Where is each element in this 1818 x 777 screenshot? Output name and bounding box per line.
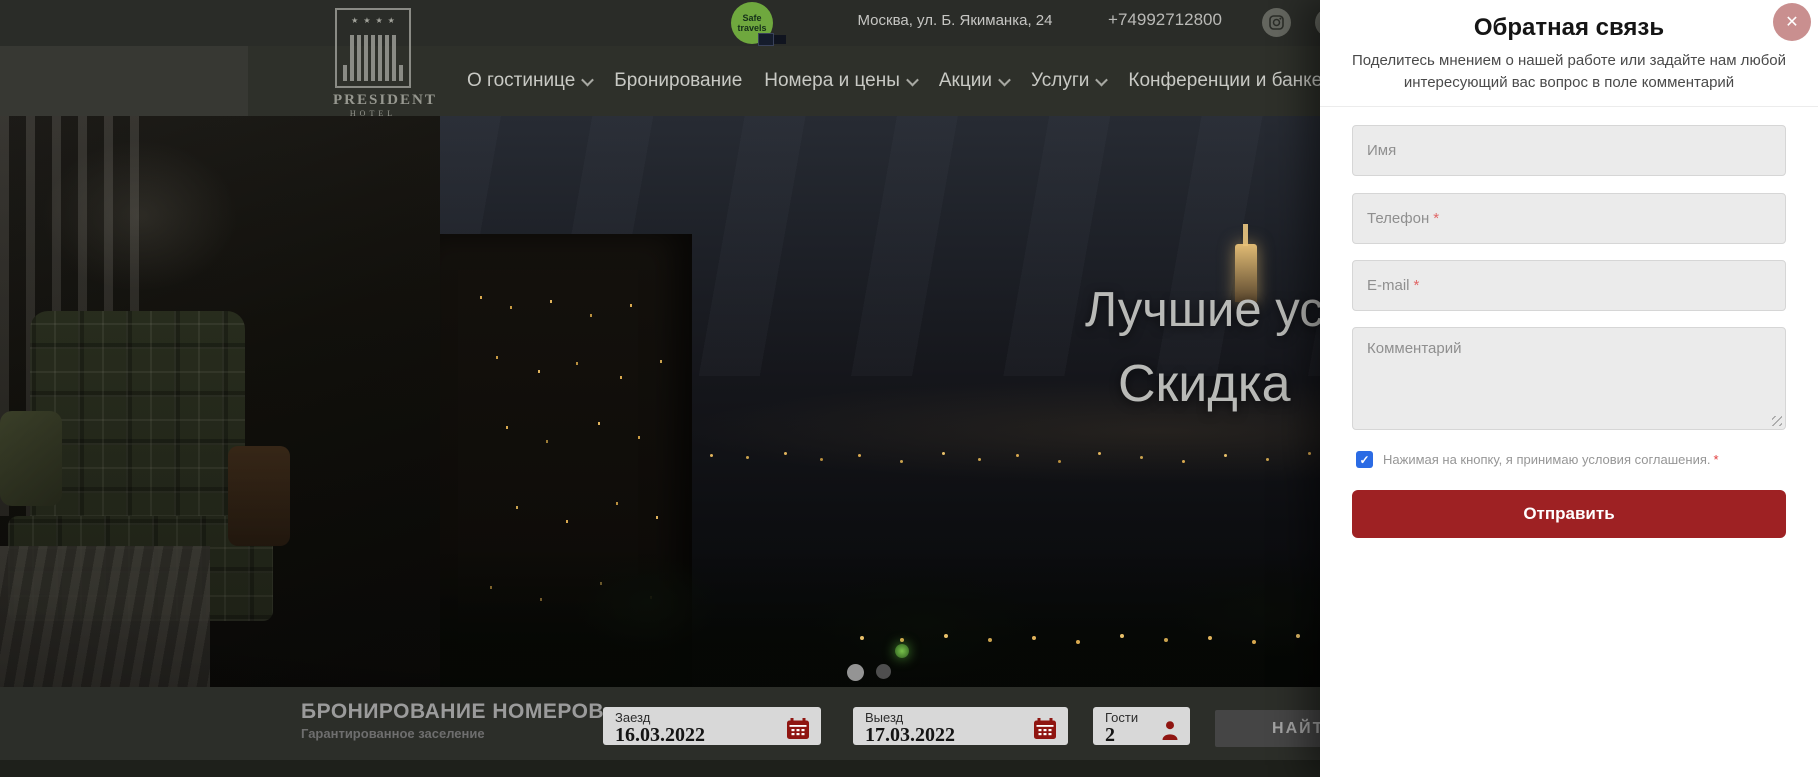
booking-title: БРОНИРОВАНИЕ НОМЕРОВ	[301, 700, 604, 724]
submit-button[interactable]: Отправить	[1352, 490, 1786, 538]
feedback-title: Обратная связь	[1320, 14, 1818, 42]
wttc-logo-box	[758, 33, 774, 46]
carousel-dot-active[interactable]	[847, 664, 864, 681]
name-placeholder: Имя	[1367, 142, 1396, 159]
chevron-down-icon	[581, 73, 594, 86]
chevron-down-icon	[1096, 73, 1109, 86]
name-field[interactable]: Имя	[1352, 125, 1786, 176]
email-field[interactable]: E-mail*	[1352, 260, 1786, 311]
checkout-label: Выезд	[865, 711, 1058, 724]
safe-travels-line2: travels	[737, 23, 766, 33]
comment-field[interactable]: Комментарий	[1352, 327, 1786, 430]
person-icon	[1162, 721, 1178, 745]
instagram-link[interactable]	[1262, 8, 1291, 37]
hotel-phone[interactable]: +74992712800	[1090, 10, 1240, 30]
divider	[1320, 106, 1818, 107]
calendar-icon	[1034, 718, 1056, 744]
hero-headline-2: Скидка	[1118, 354, 1291, 414]
feedback-panel: Обратная связь Поделитесь мнением о наше…	[1320, 0, 1818, 777]
hotel-address: Москва, ул. Б. Якиманка, 24	[845, 12, 1065, 29]
logo-stars: ★★★★	[346, 10, 400, 29]
required-asterisk: *	[1714, 452, 1719, 467]
safe-travels-line1: Safe	[742, 13, 761, 23]
hotel-logo[interactable]: ★★★★ PRESIDENT HOTEL	[333, 8, 413, 118]
resize-grip[interactable]	[1772, 416, 1782, 426]
nav-item-about[interactable]: О гостинице	[467, 70, 592, 92]
comment-placeholder: Комментарий	[1367, 340, 1461, 357]
checkin-date-field[interactable]: Заезд 16.03.2022	[603, 707, 821, 745]
booking-subtitle: Гарантированное заселение	[301, 726, 485, 741]
required-asterisk: *	[1433, 210, 1439, 227]
nav-item-rooms[interactable]: Номера и цены	[764, 70, 917, 92]
close-icon: ✕	[1785, 12, 1798, 32]
nav-item-promos[interactable]: Акции	[939, 70, 1009, 92]
chevron-down-icon	[906, 73, 919, 86]
checkout-value: 17.03.2022	[865, 724, 1058, 746]
chevron-down-icon	[998, 73, 1011, 86]
logo-name: PRESIDENT	[333, 92, 413, 109]
carousel-dot[interactable]	[876, 664, 891, 679]
phone-field[interactable]: Телефон*	[1352, 193, 1786, 244]
instagram-icon	[1269, 15, 1284, 30]
nav-left-patch	[0, 46, 248, 116]
required-asterisk: *	[1414, 277, 1420, 294]
phone-placeholder: Телефон	[1367, 210, 1429, 227]
nav-item-booking[interactable]: Бронирование	[614, 70, 742, 92]
feedback-subtitle: Поделитесь мнением о нашей работе или за…	[1348, 50, 1790, 94]
logo-emblem: ★★★★	[335, 8, 411, 88]
consent-checkbox-checked[interactable]: ✓	[1356, 451, 1373, 468]
email-placeholder: E-mail	[1367, 277, 1410, 294]
nav-item-services[interactable]: Услуги	[1031, 70, 1106, 92]
consent-text: Нажимая на кнопку, я принимаю условия со…	[1383, 452, 1711, 467]
checkin-value: 16.03.2022	[615, 724, 811, 746]
checkout-date-field[interactable]: Выезд 17.03.2022	[853, 707, 1068, 745]
calendar-icon	[787, 718, 809, 744]
check-icon: ✓	[1359, 453, 1369, 467]
guests-field[interactable]: Гости 2	[1093, 707, 1190, 745]
wttc-logo-box-2	[774, 35, 786, 44]
logo-columns	[343, 29, 403, 81]
close-button[interactable]: ✕	[1773, 3, 1811, 41]
page: Safe travels Москва, ул. Б. Якиманка, 24…	[0, 0, 1818, 777]
consent-row[interactable]: ✓ Нажимая на кнопку, я принимаю условия …	[1356, 450, 1786, 469]
checkin-label: Заезд	[615, 711, 811, 724]
